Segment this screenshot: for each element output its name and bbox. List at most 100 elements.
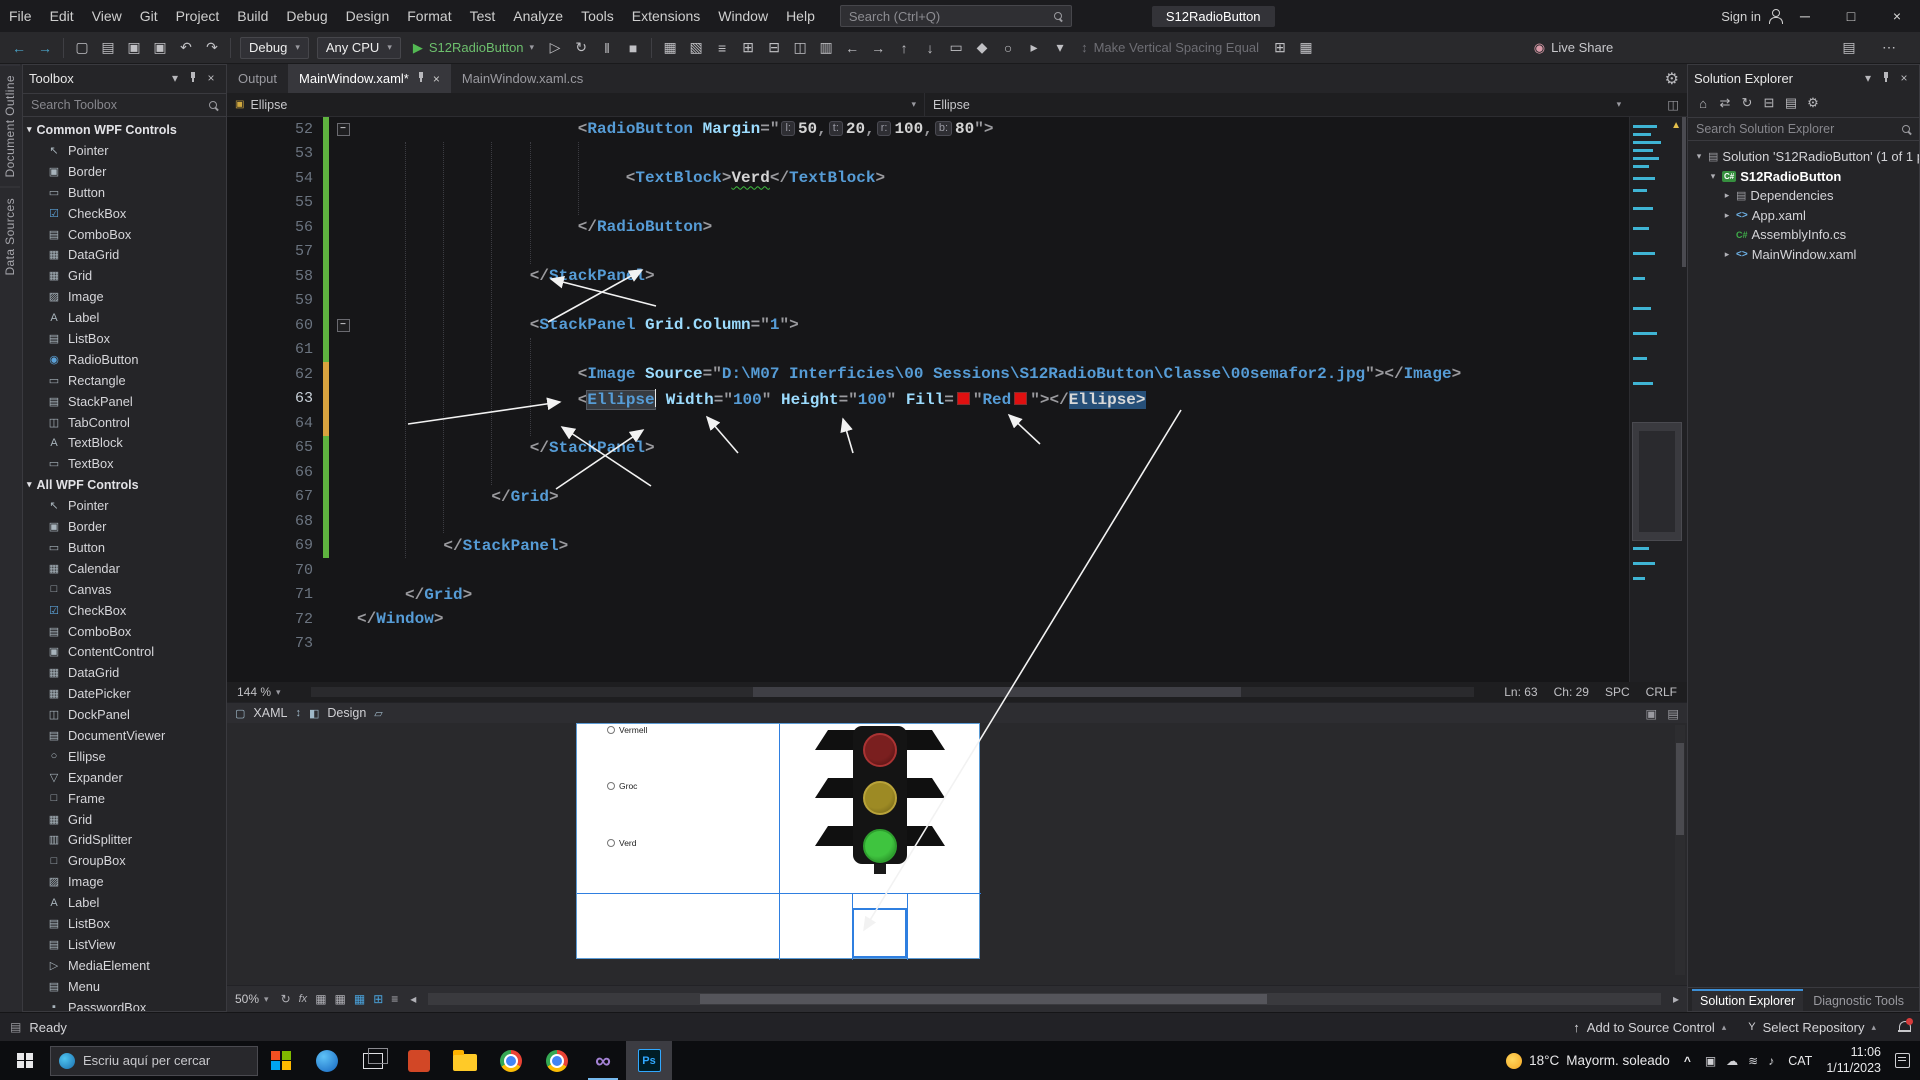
menu-window[interactable]: Window — [709, 0, 777, 32]
design-tool-icon-0[interactable]: ↻ — [281, 992, 291, 1006]
toolbox-item-tabcontrol[interactable]: ◫TabControl — [23, 412, 226, 433]
fold-collapse-icon[interactable]: − — [337, 123, 350, 136]
design-artboard[interactable]: VermellGrocVerd — [576, 723, 980, 959]
toolbox-item-button[interactable]: ▭Button — [23, 537, 226, 558]
scroll-left-icon[interactable]: ◂ — [410, 992, 416, 1006]
ellipse-selection[interactable] — [852, 908, 907, 958]
toolbox-item-gridsplitter[interactable]: ▥GridSplitter — [23, 830, 226, 851]
solution-tool-icon-0[interactable]: ⌂ — [1694, 96, 1712, 111]
bottom-tab-solution-explorer[interactable]: Solution Explorer — [1692, 989, 1803, 1011]
horizontal-scrollbar[interactable] — [311, 687, 1475, 697]
taskbar-app-office-app[interactable] — [396, 1041, 442, 1080]
tb-design-icon-5[interactable]: ◫ — [788, 36, 812, 60]
toolbox-item-datagrid[interactable]: ▦DataGrid — [23, 662, 226, 683]
language-indicator[interactable]: CAT — [1788, 1054, 1812, 1068]
taskbar-app-edge-app[interactable] — [304, 1041, 350, 1080]
toolbox-item-groupbox[interactable]: □GroupBox — [23, 850, 226, 871]
tb-design-icon-2[interactable]: ≡ — [710, 36, 734, 60]
scrollbar-thumb[interactable] — [753, 687, 1242, 697]
expander-icon[interactable]: ▾ — [1708, 171, 1718, 182]
tray-icon-2[interactable]: ≋ — [1748, 1054, 1758, 1068]
taskbar-app-photoshop[interactable]: Ps — [626, 1041, 672, 1080]
toolbox-item-border[interactable]: ▣Border — [23, 161, 226, 182]
tree-item-solution-s12radiobutton-1-of-1[interactable]: ▾▤Solution 'S12RadioButton' (1 of 1 pr — [1688, 147, 1919, 167]
taskbar-app-file-explorer[interactable] — [442, 1041, 488, 1080]
pin-icon[interactable] — [416, 71, 426, 86]
toolbox-item-combobox[interactable]: ▤ComboBox — [23, 621, 226, 642]
toolbox-item-checkbox[interactable]: ☑CheckBox — [23, 600, 226, 621]
design-surface[interactable]: VermellGrocVerd — [227, 723, 1687, 985]
toolbox-item-contentcontrol[interactable]: ▣ContentControl — [23, 641, 226, 662]
code-line-73[interactable]: 73 — [227, 632, 1687, 657]
toolbox-item-radiobutton[interactable]: ◉RadioButton — [23, 349, 226, 370]
sign-in-button[interactable]: Sign in — [1721, 9, 1782, 24]
doc-tab-mainwindow-xaml-cs[interactable]: MainWindow.xaml.cs — [451, 64, 594, 93]
solution-search-input[interactable]: Search Solution Explorer — [1688, 117, 1919, 141]
code-line-63[interactable]: 63<Ellipse Width="100" Height="100" Fill… — [227, 387, 1687, 412]
expander-icon[interactable]: ▸ — [1722, 190, 1732, 201]
tb-file-icon-5[interactable]: ↷ — [200, 36, 224, 60]
pin-icon[interactable] — [184, 71, 202, 86]
scroll-right-icon[interactable]: ▸ — [1673, 992, 1679, 1006]
tray-icon-1[interactable]: ☁ — [1726, 1054, 1738, 1068]
close-icon[interactable]: × — [433, 72, 440, 86]
design-tool-icon-1[interactable]: fx — [299, 993, 308, 1005]
code-line-64[interactable]: 64 — [227, 411, 1687, 436]
expander-icon[interactable]: ▸ — [1722, 210, 1732, 221]
code-editor[interactable]: 52−<RadioButton Margin="l:50,t:20,r:100,… — [227, 117, 1687, 682]
tb-design-icon-14[interactable]: ▸ — [1022, 36, 1046, 60]
doc-tab-output[interactable]: Output — [227, 64, 288, 93]
taskbar-app-task-view[interactable] — [350, 1041, 396, 1080]
close-button[interactable]: × — [1874, 0, 1920, 32]
taskbar-app-ms-apps[interactable] — [258, 1041, 304, 1080]
design-tool-icon-3[interactable]: ▦ — [335, 992, 346, 1006]
solution-tool-icon-1[interactable]: ⇄ — [1716, 95, 1734, 111]
menu-help[interactable]: Help — [777, 0, 824, 32]
expander-icon[interactable]: ▾ — [1694, 151, 1704, 162]
toolbox-item-datepicker[interactable]: ▦DatePicker — [23, 683, 226, 704]
solution-tool-icon-4[interactable]: ▤ — [1782, 95, 1800, 111]
code-line-61[interactable]: 61 — [227, 338, 1687, 363]
fold-collapse-icon[interactable]: − — [337, 319, 350, 332]
toolbox-item-button[interactable]: ▭Button — [23, 182, 226, 203]
tree-item-app-xaml[interactable]: ▸<>App.xaml — [1688, 206, 1919, 226]
tree-item-assemblyinfo-cs[interactable]: C#AssemblyInfo.cs — [1688, 225, 1919, 245]
toolbox-item-image[interactable]: ▨Image — [23, 871, 226, 892]
tb-design-icon-13[interactable]: ○ — [996, 36, 1020, 60]
tab-xaml[interactable]: XAML — [253, 706, 287, 720]
code-line-60[interactable]: 60−<StackPanel Grid.Column="1"> — [227, 313, 1687, 338]
code-line-69[interactable]: 69</StackPanel> — [227, 534, 1687, 559]
tab-design[interactable]: Design — [327, 706, 366, 720]
platform-dropdown[interactable]: Any CPU ▾ — [317, 37, 401, 59]
scrollbar-thumb[interactable] — [700, 994, 1267, 1004]
toolbox-item-listbox[interactable]: ▤ListBox — [23, 328, 226, 349]
code-line-62[interactable]: 62<Image Source="D:\M07 Interficies\00 S… — [227, 362, 1687, 387]
code-line-53[interactable]: 53 — [227, 142, 1687, 167]
toolbox-item-label[interactable]: ALabel — [23, 307, 226, 328]
chevron-down-icon[interactable]: ▾ — [1859, 71, 1877, 85]
spaces-indicator[interactable]: SPC — [1605, 685, 1630, 699]
add-to-source-control-button[interactable]: ↑ Add to Source Control ▴ — [1573, 1020, 1726, 1035]
code-line-55[interactable]: 55 — [227, 191, 1687, 216]
collapse-icon[interactable]: ▤ — [1667, 706, 1679, 721]
weather-widget[interactable]: 18°C Mayorm. soleado — [1506, 1053, 1670, 1069]
clock[interactable]: 11:06 1/11/2023 — [1826, 1045, 1881, 1076]
design-tool-icon-2[interactable]: ▦ — [315, 992, 326, 1006]
code-line-68[interactable]: 68 — [227, 509, 1687, 534]
design-horizontal-scrollbar[interactable] — [428, 993, 1661, 1005]
toolbox-item-frame[interactable]: □Frame — [23, 788, 226, 809]
debug-target-dropdown[interactable]: Debug ▾ — [240, 37, 309, 59]
toolbox-search-input[interactable]: Search Toolbox — [23, 93, 226, 117]
toolbox-item-menu[interactable]: ▤Menu — [23, 976, 226, 997]
design-zoom-dropdown[interactable]: 50% ▾ — [235, 992, 269, 1006]
tray-icon-0[interactable]: ▣ — [1705, 1054, 1716, 1068]
zoom-dropdown[interactable]: 144 % ▾ — [237, 685, 281, 699]
start-debugging-button[interactable]: ▶ S12RadioButton ▾ — [405, 36, 542, 60]
code-line-56[interactable]: 56</RadioButton> — [227, 215, 1687, 240]
toolbox-item-expander[interactable]: ▽Expander — [23, 767, 226, 788]
code-line-67[interactable]: 67</Grid> — [227, 485, 1687, 510]
code-line-70[interactable]: 70 — [227, 558, 1687, 583]
tb-design-icon-6[interactable]: ▥ — [814, 36, 838, 60]
tb-file-icon-1[interactable]: ▤ — [96, 36, 120, 60]
toolbox-item-pointer[interactable]: ↖Pointer — [23, 495, 226, 516]
